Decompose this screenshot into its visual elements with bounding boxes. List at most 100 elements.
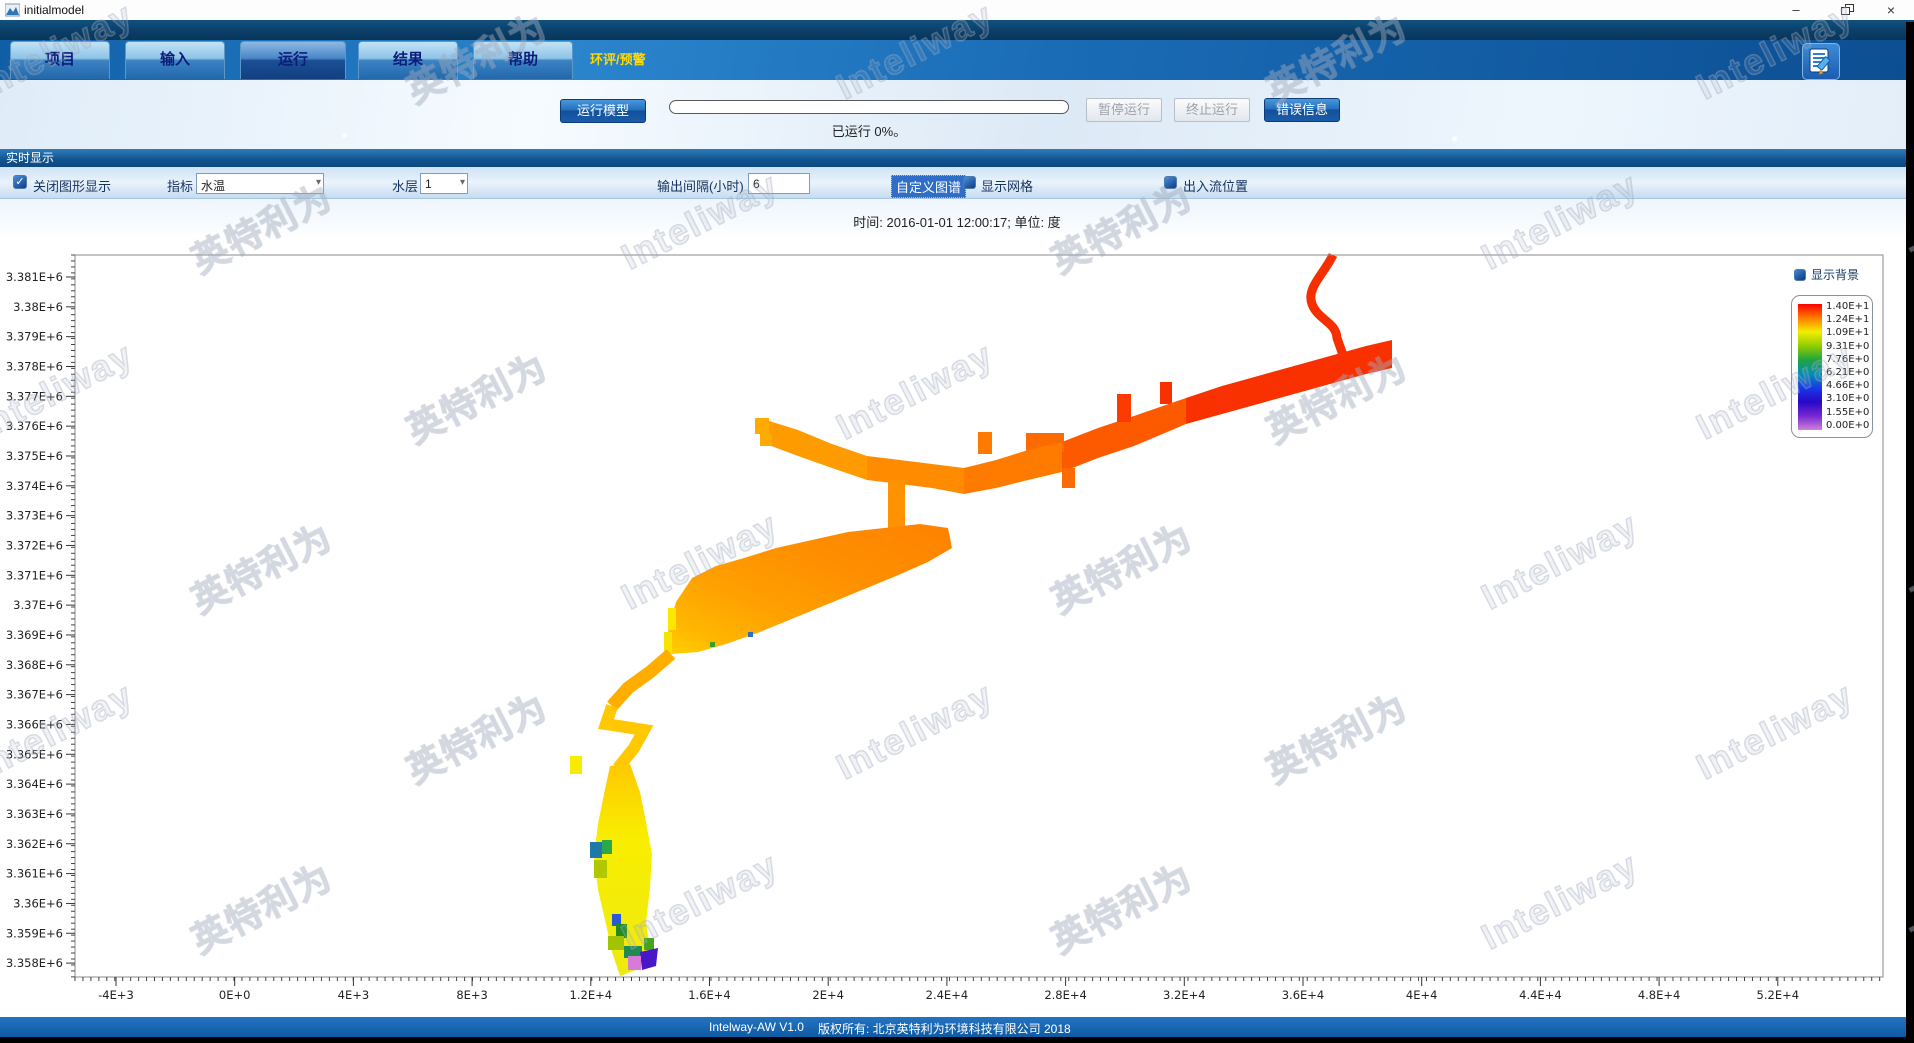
x-tick-label: 3.2E+4 xyxy=(1163,988,1206,1002)
y-tick-label: 3.365E+6 xyxy=(6,747,63,761)
x-tick-label: 4.4E+4 xyxy=(1519,988,1562,1002)
model-heatmap xyxy=(570,255,1392,976)
x-tick-label: 4.8E+4 xyxy=(1638,988,1681,1002)
x-tick-label: 4E+3 xyxy=(338,988,370,1002)
legend-value: 1.40E+1 xyxy=(1826,300,1869,313)
time-bar: 时间: 2016-01-01 12:00:17; 单位: 度 xyxy=(0,199,1914,236)
window-title: initialmodel xyxy=(24,3,84,17)
progress-bar xyxy=(669,100,1069,114)
indicator-label: 指标 xyxy=(167,176,193,195)
model-plot: 3.381E+63.38E+63.379E+63.378E+63.377E+63… xyxy=(0,236,1914,1017)
copyright-text: 版权所有: 北京英特利为环境科技有限公司 2018 xyxy=(818,1020,1071,1037)
y-tick-label: 3.36E+6 xyxy=(13,896,63,910)
x-tick-label: 2.4E+4 xyxy=(926,988,969,1002)
tab-运行[interactable]: 运行 xyxy=(240,41,346,79)
realtime-display-header: 实时显示 xyxy=(0,149,1914,167)
run-panel: 运行模型 已运行 0%。 暂停运行 终止运行 错误信息 xyxy=(0,80,1914,149)
indicator-value: 水温 xyxy=(201,177,225,194)
legend-value: 7.76E+0 xyxy=(1826,353,1869,366)
interval-input[interactable] xyxy=(748,173,810,194)
indicator-select[interactable]: 水温 ▾ xyxy=(196,173,324,194)
y-tick-label: 3.371E+6 xyxy=(6,568,63,582)
document-pencil-icon xyxy=(1808,48,1834,75)
plot-axes: 3.381E+63.38E+63.379E+63.378E+63.377E+63… xyxy=(6,255,1883,1002)
y-tick-label: 3.366E+6 xyxy=(6,717,63,731)
window-right-edge xyxy=(1906,22,1914,1043)
legend-value: 0.00E+0 xyxy=(1826,419,1869,432)
y-tick-label: 3.364E+6 xyxy=(6,777,63,791)
x-tick-label: 4E+4 xyxy=(1406,988,1438,1002)
x-tick-label: 1.2E+4 xyxy=(570,988,613,1002)
custom-palette-button[interactable]: 自定义图谱 xyxy=(891,175,966,198)
edit-notes-button[interactable] xyxy=(1802,43,1840,80)
error-info-button[interactable]: 错误信息 xyxy=(1264,98,1340,122)
y-tick-label: 3.381E+6 xyxy=(6,270,63,284)
x-tick-label: 2.8E+4 xyxy=(1044,988,1087,1002)
y-tick-label: 3.38E+6 xyxy=(13,300,63,314)
y-tick-label: 3.367E+6 xyxy=(6,688,63,702)
tab-结果[interactable]: 结果 xyxy=(358,41,458,79)
layer-value: 1 xyxy=(425,177,432,191)
y-tick-label: 3.363E+6 xyxy=(6,807,63,821)
legend-value: 4.66E+0 xyxy=(1826,379,1869,392)
x-tick-label: -4E+3 xyxy=(98,988,134,1002)
close-button[interactable]: × xyxy=(1874,0,1908,20)
window-bottom-edge xyxy=(0,1037,1914,1043)
x-tick-label: 1.6E+4 xyxy=(688,988,731,1002)
y-tick-label: 3.358E+6 xyxy=(6,956,63,970)
show-background-checkbox[interactable] xyxy=(1794,269,1806,281)
y-tick-label: 3.37E+6 xyxy=(13,598,63,612)
app-icon xyxy=(5,3,20,17)
y-tick-label: 3.372E+6 xyxy=(6,538,63,552)
check-icon: ✓ xyxy=(15,176,24,188)
tab-帮助[interactable]: 帮助 xyxy=(473,41,573,79)
legend-value: 9.31E+0 xyxy=(1826,340,1869,353)
legend: 1.40E+11.24E+11.09E+19.31E+07.76E+06.21E… xyxy=(1791,295,1873,438)
y-tick-label: 3.369E+6 xyxy=(6,628,63,642)
run-status-text: 已运行 0%。 xyxy=(769,121,969,140)
legend-value: 3.10E+0 xyxy=(1826,392,1869,405)
tab-项目[interactable]: 项目 xyxy=(10,41,110,79)
chevron-down-icon: ▾ xyxy=(460,177,465,188)
plot-area: 3.381E+63.38E+63.379E+63.378E+63.377E+63… xyxy=(0,236,1914,1017)
status-bar: Intelway-AW V1.0 版权所有: 北京英特利为环境科技有限公司 20… xyxy=(0,1017,1914,1037)
interval-label: 输出间隔(小时) xyxy=(657,176,744,195)
title-bar: initialmodel – × xyxy=(0,0,1914,20)
tab-context[interactable]: 环评/预警 xyxy=(590,40,646,80)
y-tick-label: 3.359E+6 xyxy=(6,926,63,940)
legend-colorbar xyxy=(1798,304,1822,430)
y-tick-label: 3.373E+6 xyxy=(6,509,63,523)
stop-run-button[interactable]: 终止运行 xyxy=(1174,98,1250,122)
y-tick-label: 3.375E+6 xyxy=(6,449,63,463)
close-graphics-checkbox[interactable]: ✓ xyxy=(13,175,27,189)
restore-button[interactable] xyxy=(1838,4,1858,17)
layer-select[interactable]: 1 ▾ xyxy=(420,173,468,194)
display-toolbar: ✓ 关闭图形显示 指标 水温 ▾ 水层 1 ▾ 输出间隔(小时) 自定义图谱 显… xyxy=(0,167,1914,199)
legend-value: 1.09E+1 xyxy=(1826,326,1869,339)
y-tick-label: 3.361E+6 xyxy=(6,867,63,881)
y-tick-label: 3.379E+6 xyxy=(6,330,63,344)
pause-run-button[interactable]: 暂停运行 xyxy=(1086,98,1162,122)
nav-strip xyxy=(0,20,1914,40)
x-tick-label: 0E+0 xyxy=(219,988,251,1002)
x-tick-label: 8E+3 xyxy=(456,988,488,1002)
minimize-button[interactable]: – xyxy=(1779,0,1813,20)
show-background-label: 显示背景 xyxy=(1811,266,1859,283)
y-tick-label: 3.376E+6 xyxy=(6,419,63,433)
chevron-down-icon: ▾ xyxy=(316,177,321,188)
time-unit-text: 时间: 2016-01-01 12:00:17; 单位: 度 xyxy=(0,212,1914,231)
y-tick-label: 3.377E+6 xyxy=(6,389,63,403)
x-tick-label: 3.6E+4 xyxy=(1282,988,1325,1002)
inout-flow-checkbox[interactable] xyxy=(1164,176,1177,189)
x-tick-label: 2E+4 xyxy=(812,988,844,1002)
tab-输入[interactable]: 输入 xyxy=(125,41,225,79)
show-background-control: 显示背景 xyxy=(1794,266,1859,283)
legend-value: 6.21E+0 xyxy=(1826,366,1869,379)
close-graphics-label: 关闭图形显示 xyxy=(33,176,111,195)
app-window: initialmodel – × 项目输入运行结果帮助 环评/预警 运行模型 已… xyxy=(0,0,1914,1043)
run-model-button[interactable]: 运行模型 xyxy=(560,99,646,123)
legend-values: 1.40E+11.24E+11.09E+19.31E+07.76E+06.21E… xyxy=(1826,300,1869,432)
show-grid-checkbox[interactable] xyxy=(963,176,976,189)
legend-value: 1.24E+1 xyxy=(1826,313,1869,326)
inout-flow-label: 出入流位置 xyxy=(1183,176,1248,195)
